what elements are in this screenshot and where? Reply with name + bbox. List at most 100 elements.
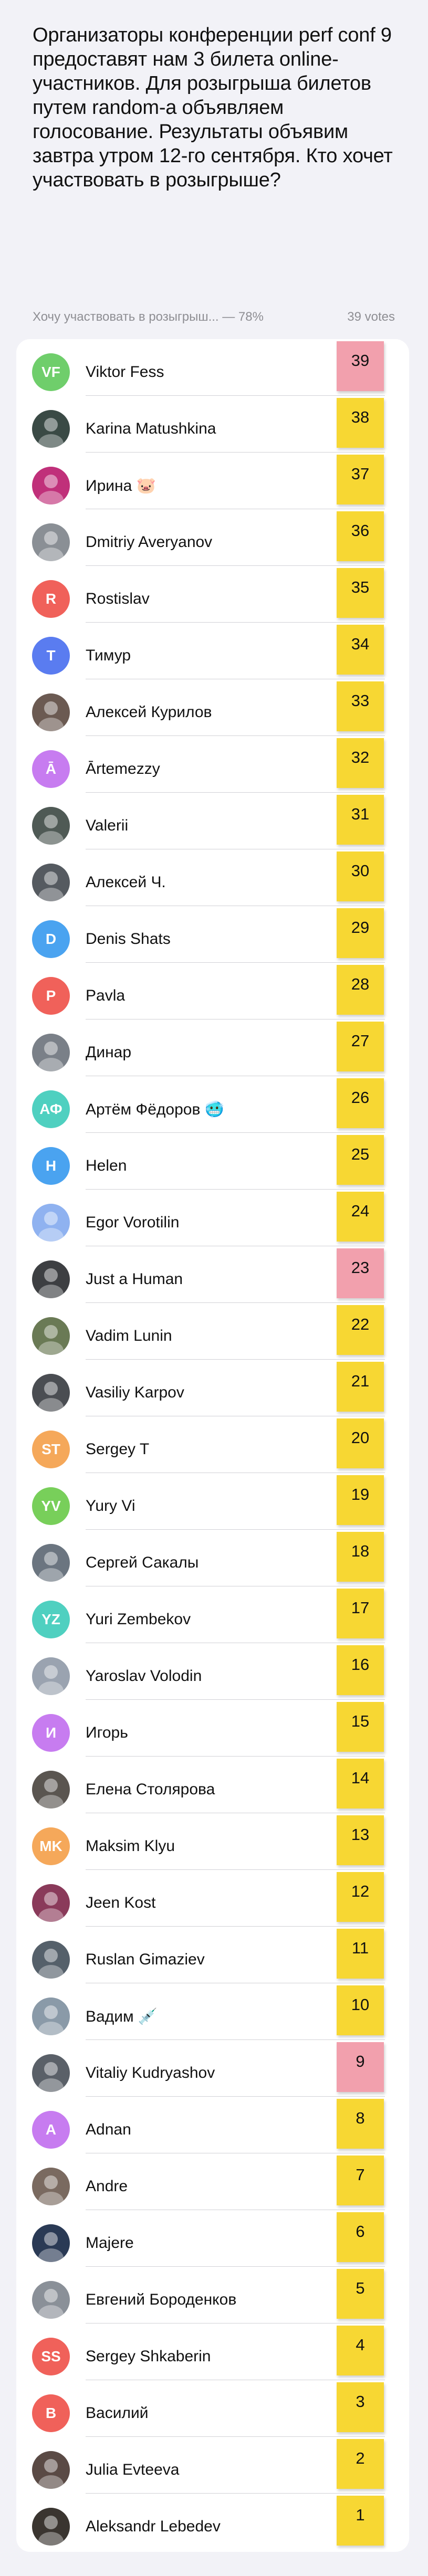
- voter-row[interactable]: Valerii 31: [16, 793, 409, 849]
- voter-row[interactable]: Aleksandr Lebedev 1: [16, 2494, 409, 2550]
- avatar[interactable]: [32, 1884, 70, 1922]
- voter-name: Елена Столярова: [86, 1781, 215, 1798]
- voter-name: Алексей Курилов: [86, 703, 212, 721]
- voter-row[interactable]: VF Viktor Fess 39: [16, 339, 409, 396]
- voter-row[interactable]: YV Yury Vi 19: [16, 1473, 409, 1530]
- voter-row[interactable]: Vitaliy Kudryashov 9: [16, 2040, 409, 2097]
- avatar[interactable]: [32, 2451, 70, 2489]
- voter-row[interactable]: Julia Evteeva 2: [16, 2437, 409, 2494]
- avatar[interactable]: P: [32, 977, 70, 1015]
- avatar[interactable]: [32, 467, 70, 504]
- avatar-photo-icon: [38, 815, 64, 845]
- avatar[interactable]: YZ: [32, 1601, 70, 1638]
- voter-row[interactable]: SS Sergey Shkaberin 4: [16, 2323, 409, 2380]
- avatar[interactable]: [32, 410, 70, 448]
- voter-row[interactable]: Алексей Курилов 33: [16, 679, 409, 736]
- avatar[interactable]: [32, 2508, 70, 2546]
- avatar[interactable]: И: [32, 1714, 70, 1752]
- avatar-photo-icon: [38, 1665, 64, 1695]
- voter-row[interactable]: T Тимур 34: [16, 623, 409, 679]
- avatar[interactable]: ST: [32, 1431, 70, 1468]
- avatar[interactable]: [32, 1997, 70, 2035]
- avatar[interactable]: H: [32, 1147, 70, 1185]
- voter-row[interactable]: Jeen Kost 12: [16, 1870, 409, 1927]
- voter-row[interactable]: Dmitriy Averyanov 36: [16, 509, 409, 566]
- voter-row[interactable]: Елена Столярова 14: [16, 1757, 409, 1813]
- poll-question: Организаторы конференции perf conf 9 пре…: [33, 24, 393, 191]
- voter-row[interactable]: Ā Ārtemezzy 32: [16, 736, 409, 793]
- sticky-note-number: 31: [337, 795, 384, 845]
- avatar[interactable]: [32, 693, 70, 731]
- voter-row[interactable]: D Denis Shats 29: [16, 906, 409, 963]
- avatar[interactable]: [32, 2168, 70, 2205]
- avatar[interactable]: T: [32, 637, 70, 675]
- voter-row[interactable]: Vasiliy Karpov 21: [16, 1360, 409, 1416]
- voter-row[interactable]: R Rostislav 35: [16, 566, 409, 623]
- avatar[interactable]: D: [32, 920, 70, 958]
- avatar[interactable]: [32, 1657, 70, 1695]
- sticky-note-number: 29: [337, 908, 384, 958]
- avatar[interactable]: MK: [32, 1827, 70, 1865]
- avatar[interactable]: [32, 1034, 70, 1071]
- voter-row[interactable]: И Игорь 15: [16, 1700, 409, 1757]
- avatar-photo-icon: [38, 531, 64, 561]
- voter-row[interactable]: A Adnan 8: [16, 2097, 409, 2153]
- avatar-photo-icon: [38, 871, 64, 901]
- avatar[interactable]: SS: [32, 2338, 70, 2375]
- voter-row[interactable]: Алексей Ч. 30: [16, 849, 409, 906]
- avatar[interactable]: [32, 523, 70, 561]
- avatar[interactable]: [32, 807, 70, 845]
- sticky-note-number: 25: [337, 1135, 384, 1185]
- voter-row[interactable]: Egor Vorotilin 24: [16, 1190, 409, 1246]
- voter-row[interactable]: MK Maksim Klyu 13: [16, 1813, 409, 1870]
- voter-name: Viktor Fess: [86, 363, 164, 381]
- avatar[interactable]: R: [32, 580, 70, 618]
- voter-row[interactable]: Andre 7: [16, 2153, 409, 2210]
- voter-row[interactable]: В Василий 3: [16, 2380, 409, 2437]
- sticky-note-number: 6: [337, 2212, 384, 2262]
- voter-row[interactable]: P Pavla 28: [16, 963, 409, 1019]
- avatar[interactable]: [32, 1544, 70, 1582]
- avatar-photo-icon: [38, 1552, 64, 1582]
- voter-row[interactable]: Ruslan Gimaziev 11: [16, 1927, 409, 1983]
- avatar[interactable]: [32, 1260, 70, 1298]
- voter-row[interactable]: Динар 27: [16, 1019, 409, 1076]
- voter-row[interactable]: Just a Human 23: [16, 1246, 409, 1303]
- avatar[interactable]: [32, 2054, 70, 2092]
- sticky-note-number: 37: [337, 455, 384, 504]
- voter-row[interactable]: Karina Matushkina 38: [16, 396, 409, 453]
- avatar[interactable]: [32, 1771, 70, 1809]
- avatar[interactable]: VF: [32, 353, 70, 391]
- voter-row[interactable]: АФ Артём Фёдоров 🥶 26: [16, 1076, 409, 1133]
- voter-row[interactable]: Yaroslav Volodin 16: [16, 1643, 409, 1700]
- avatar[interactable]: [32, 2281, 70, 2319]
- voter-row[interactable]: Евгений Бороденков 5: [16, 2267, 409, 2323]
- avatar[interactable]: В: [32, 2394, 70, 2432]
- avatar[interactable]: YV: [32, 1487, 70, 1525]
- sticky-note-number: 3: [337, 2382, 384, 2432]
- avatar[interactable]: [32, 2224, 70, 2262]
- avatar[interactable]: [32, 1941, 70, 1979]
- voter-row[interactable]: Сергей Сакалы 18: [16, 1530, 409, 1586]
- voter-row[interactable]: Majere 6: [16, 2210, 409, 2267]
- voter-row[interactable]: YZ Yuri Zembekov 17: [16, 1586, 409, 1643]
- avatar[interactable]: АФ: [32, 1090, 70, 1128]
- avatar[interactable]: [32, 864, 70, 901]
- avatar[interactable]: [32, 1204, 70, 1242]
- sticky-note-number: 28: [337, 965, 384, 1015]
- sticky-note-number: 36: [337, 511, 384, 561]
- avatar[interactable]: [32, 1374, 70, 1412]
- voter-name: Василий: [86, 2404, 149, 2422]
- voter-row[interactable]: H Helen 25: [16, 1133, 409, 1190]
- voter-row[interactable]: Vadim Lunin 22: [16, 1303, 409, 1360]
- avatar[interactable]: Ā: [32, 750, 70, 788]
- voter-name: Aleksandr Lebedev: [86, 2518, 221, 2535]
- voter-row[interactable]: ST Sergey T 20: [16, 1416, 409, 1473]
- voter-name: Тимур: [86, 647, 131, 664]
- voter-row[interactable]: Ирина 🐷 37: [16, 453, 409, 509]
- poll-option-summary[interactable]: Хочу участвовать в розыгрыш... — 78% 39 …: [33, 310, 395, 328]
- voter-row[interactable]: Вадим 💉 10: [16, 1983, 409, 2040]
- sticky-note-number: 19: [337, 1475, 384, 1525]
- avatar[interactable]: [32, 1317, 70, 1355]
- avatar[interactable]: A: [32, 2111, 70, 2149]
